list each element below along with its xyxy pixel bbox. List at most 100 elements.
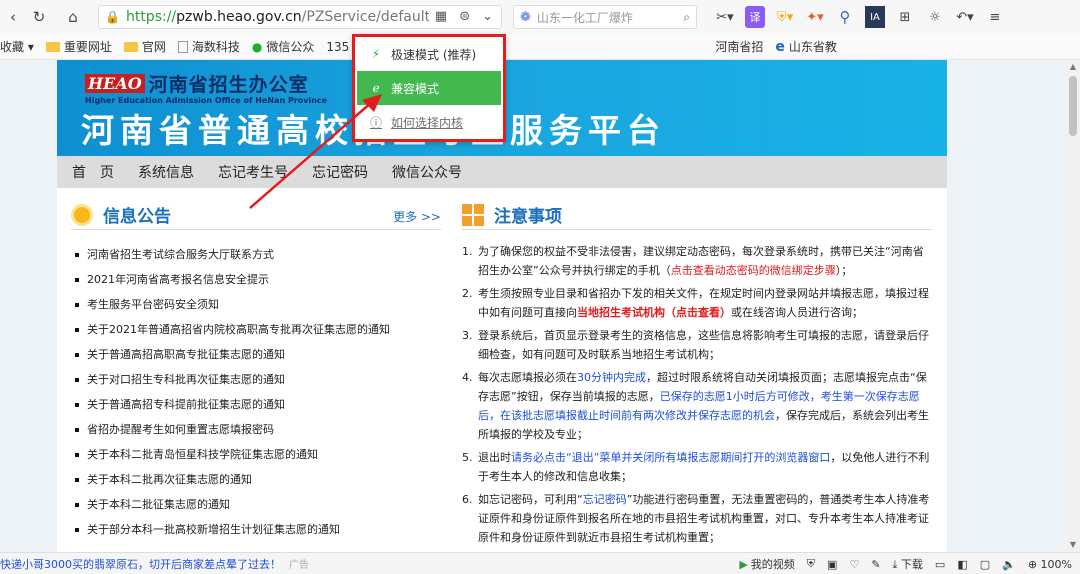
- scroll-thumb[interactable]: [1069, 76, 1077, 136]
- news-item[interactable]: 关于部分本科一批高校新增招生计划征集志愿的通知: [71, 517, 441, 542]
- news-item[interactable]: 关于本科二批征集志愿的通知: [71, 492, 441, 517]
- wechat-icon: ●: [251, 39, 263, 54]
- my-video-button[interactable]: ▶ 我的视频: [739, 556, 794, 572]
- notice-highlight[interactable]: 当地招生考试机构（点击查看）: [577, 306, 731, 319]
- search-box[interactable]: ❁ 山东一化工厂爆炸 ⌕: [513, 5, 697, 29]
- browser-toolbar: ‹ ↻ ⌂ 🔒 https:// pzwb.heao.gov.cn /PZSer…: [0, 0, 1080, 34]
- notice-item: 3. 登录系统后，首页显示登录考生的资格信息，这些信息将影响考生可填报的志愿，请登…: [462, 326, 932, 364]
- notice-number: 3.: [462, 329, 473, 342]
- edge-icon: e: [775, 38, 785, 55]
- news-item[interactable]: 省招办提醒考生如何重置志愿填报密码: [71, 417, 441, 442]
- bookmark-official-site[interactable]: 官网: [123, 38, 166, 55]
- notes-list: 1. 为了确保您的权益不受非法侵害，建议绑定动态密码，每次登录系统时，携带已关注“…: [462, 242, 932, 552]
- address-bar[interactable]: 🔒 https:// pzwb.heao.gov.cn /PZService/d…: [98, 5, 502, 29]
- brush-icon[interactable]: ✎: [871, 558, 880, 571]
- main-nav: 首 页 系统信息 忘记考生号 忘记密码 微信公众号: [57, 156, 947, 188]
- notice-number: 5.: [462, 451, 473, 464]
- compat-mode-option[interactable]: ℯ 兼容模式: [357, 71, 501, 105]
- reload-icon[interactable]: ↻: [28, 6, 50, 28]
- notice-highlight[interactable]: 忘记密码: [583, 493, 627, 506]
- translate-button[interactable]: 译: [745, 6, 765, 28]
- news-item[interactable]: 河南省招生考试综合服务大厅联系方式: [71, 242, 441, 267]
- scroll-down-icon[interactable]: ▼: [1066, 538, 1080, 552]
- news-title: 信息公告: [103, 207, 171, 227]
- back-icon[interactable]: ‹: [2, 6, 24, 28]
- brightness-icon[interactable]: ☼: [925, 6, 945, 28]
- notice-highlight[interactable]: 请务必点击“退出”菜单并关闭所有填报志愿期间打开的浏览器窗口: [511, 451, 830, 464]
- news-item[interactable]: 关于2021年普通高招省内院校高职高专批再次征集志愿的通知: [71, 317, 441, 342]
- screenshot-icon[interactable]: ▣: [827, 558, 837, 571]
- cut-icon[interactable]: ✂▾: [715, 6, 735, 28]
- search-icon[interactable]: ⌕: [683, 10, 690, 25]
- game-icon[interactable]: ✦▾: [805, 6, 825, 28]
- zoom-level[interactable]: ⊕ 100%: [1028, 558, 1072, 571]
- news-item[interactable]: 关于普通高招专科提前批征集志愿的通知: [71, 392, 441, 417]
- menu-icon[interactable]: ≡: [985, 6, 1005, 28]
- notice-highlight[interactable]: 30分钟内完成: [577, 371, 646, 384]
- news-header: 信息公告 更多 >>: [71, 200, 441, 230]
- notice-text: 如忘记密码，可利用“: [478, 493, 583, 506]
- folder-icon: [45, 41, 60, 52]
- nav-forgot-exam-id[interactable]: 忘记考生号: [218, 162, 288, 182]
- news-ticker[interactable]: 快递小哥3000买的翡翠原石，切开后商家差点晕了过去！: [0, 556, 281, 572]
- fast-mode-label: 极速模式 (推荐): [391, 47, 477, 62]
- news-section: 信息公告 更多 >> 河南省招生考试综合服务大厅联系方式 2021年河南省高考报名…: [71, 200, 441, 542]
- reader-icon[interactable]: ◧: [957, 558, 967, 571]
- bookmark-135[interactable]: 135: [326, 40, 349, 54]
- shield-status-icon[interactable]: ⛨: [807, 557, 815, 571]
- notice-item: 2. 考生须按照专业目录和省招办下发的相关文件，在规定时间内登录网站并填报志愿，填…: [462, 284, 932, 322]
- device-icon[interactable]: ▭: [935, 558, 945, 571]
- url-scheme: https://: [125, 9, 177, 25]
- volume-icon[interactable]: 🔈: [1002, 558, 1016, 571]
- notice-number: 2.: [462, 287, 473, 300]
- bookmark-henan[interactable]: 河南省招: [715, 38, 763, 55]
- bookmark-important-sites[interactable]: 重要网址: [45, 38, 112, 55]
- news-item[interactable]: 关于本科二批再次征集志愿的通知: [71, 467, 441, 492]
- kernel-help-link[interactable]: ⓘ 如何选择内核: [355, 105, 503, 139]
- nav-home[interactable]: 首 页: [72, 162, 114, 182]
- scroll-up-icon[interactable]: ▲: [1066, 60, 1080, 74]
- page-scrollbar[interactable]: ▲ ▼: [1066, 60, 1080, 552]
- notice-text: 退出时: [478, 451, 511, 464]
- undo-icon[interactable]: ↶▾: [955, 6, 975, 28]
- window-icon[interactable]: ▢: [980, 558, 990, 571]
- notice-grid-icon: [462, 203, 484, 226]
- more-link[interactable]: 更多 >>: [393, 208, 441, 225]
- content-area: 信息公告 更多 >> 河南省招生考试综合服务大厅联系方式 2021年河南省高考报名…: [57, 188, 947, 552]
- fast-mode-option[interactable]: ⚡ 极速模式 (推荐): [355, 37, 503, 71]
- news-item[interactable]: 考生服务平台密码安全须知: [71, 292, 441, 317]
- nav-wechat[interactable]: 微信公众号: [392, 162, 462, 182]
- notice-item: 5. 退出时请务必点击“退出”菜单并关闭所有填报志愿期间打开的浏览器窗口，以免他人…: [462, 448, 932, 486]
- notice-number: 4.: [462, 371, 473, 384]
- bookmark-haishu[interactable]: 海数科技: [177, 38, 240, 55]
- qr-code-icon[interactable]: ▦: [435, 9, 447, 24]
- bookmark-wechat[interactable]: ● 微信公众: [252, 38, 315, 55]
- news-item[interactable]: 关于本科二批青岛恒星科技学院征集志愿的通知: [71, 442, 441, 467]
- news-item[interactable]: 关于普通高招高职高专批征集志愿的通知: [71, 342, 441, 367]
- download-button[interactable]: ⤓ 下载: [893, 556, 923, 572]
- page-icon: [177, 40, 188, 53]
- grid-icon[interactable]: ⊞: [895, 6, 915, 28]
- status-bar: 快递小哥3000买的翡翠原石，切开后商家差点晕了过去！ 广告 ▶ 我的视频 ⛨ ▣…: [0, 552, 1080, 574]
- heao-badge: HEAO: [85, 74, 145, 93]
- notice-item: 4. 每次志愿填报必须在30分钟内完成，超过时限系统将自动关闭填报页面；志愿填报完…: [462, 368, 932, 444]
- chevron-down-icon[interactable]: ⌄: [482, 9, 493, 24]
- nav-system-info[interactable]: 系统信息: [138, 162, 194, 182]
- shield-icon[interactable]: ⛨▾: [775, 6, 795, 28]
- nav-forgot-password[interactable]: 忘记密码: [312, 162, 368, 182]
- notice-highlight[interactable]: 点击查看动态密码的微信绑定步骤: [671, 264, 836, 277]
- find-icon[interactable]: ⚲: [835, 6, 855, 28]
- render-mode-icon[interactable]: ⊜: [459, 9, 470, 24]
- bookmark-shandong[interactable]: e 山东省教: [775, 38, 837, 55]
- ia-button[interactable]: IA: [865, 6, 885, 28]
- news-item[interactable]: 2021年河南省高考报名信息安全提示: [71, 267, 441, 292]
- bookmark-favorites[interactable]: 收藏 ▾: [0, 38, 34, 55]
- site-logo[interactable]: HEAO 河南省招生办公室: [85, 70, 309, 97]
- heart-icon[interactable]: ♡: [849, 558, 859, 571]
- search-input[interactable]: 山东一化工厂爆炸: [537, 9, 633, 26]
- home-icon[interactable]: ⌂: [62, 6, 84, 28]
- ie-icon: ℯ: [372, 81, 380, 95]
- news-item[interactable]: 关于对口招生专科批再次征集志愿的通知: [71, 367, 441, 392]
- bookmarks-bar: 收藏 ▾ 重要网址 官网 海数科技 ● 微信公众 135 河南省招 e 山东省教: [0, 34, 1080, 60]
- notice-number: 6.: [462, 493, 473, 506]
